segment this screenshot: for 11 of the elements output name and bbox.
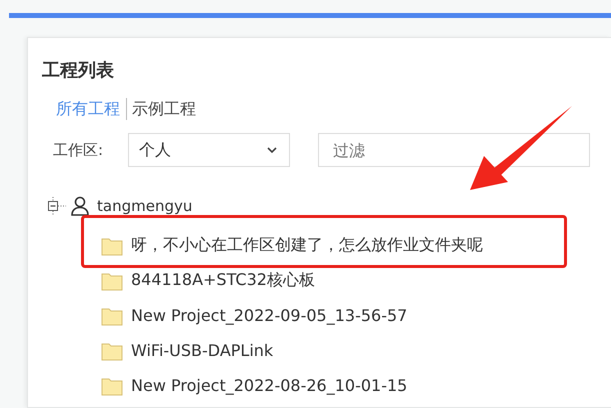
workspace-label: 工作区: [53, 140, 104, 160]
tree-item[interactable]: New Project_2022-09-05_13-56-57 [131, 306, 408, 325]
project-tab[interactable]: 示例工程 [132, 98, 196, 120]
workspace-dropdown[interactable]: 个人 [128, 133, 290, 167]
tree-item[interactable]: 844118A+STC32核心板 [131, 270, 315, 291]
tree-item[interactable]: tangmengyu [97, 197, 192, 215]
tree-item[interactable]: New Project_2022-08-26_10-01-15 [131, 376, 408, 395]
panel-title: 工程列表 [42, 59, 115, 83]
tree-item[interactable]: 呀，不小心在工作区创建了，怎么放作业文件夹呢 [131, 235, 483, 256]
filter-field[interactable]: 过滤 [318, 133, 590, 167]
tree-item[interactable]: WiFi-USB-DAPLink [131, 341, 274, 360]
